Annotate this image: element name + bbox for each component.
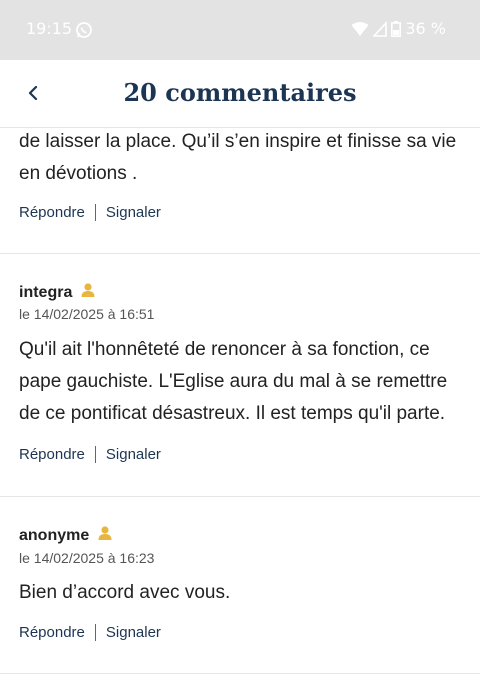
battery-icon — [391, 20, 402, 37]
status-time: 19:15 — [26, 19, 73, 38]
wifi-icon — [351, 21, 369, 37]
action-divider — [94, 204, 96, 221]
comment-text: de laisser la place. Qu’il s’en inspire … — [19, 131, 457, 184]
report-link[interactable]: Signaler — [106, 204, 161, 221]
action-divider — [94, 446, 96, 463]
author-name[interactable]: integra — [19, 284, 72, 302]
reply-link[interactable]: Répondre — [19, 204, 85, 221]
comment-text: Bien d’accord avec vous. — [19, 582, 231, 603]
comment-author: anonyme — [19, 525, 113, 546]
report-link[interactable]: Signaler — [106, 446, 161, 463]
comment-author: integra — [19, 282, 96, 303]
comment-actions: Répondre Signaler — [19, 446, 161, 463]
comment-actions: Répondre Signaler — [19, 624, 161, 641]
author-name[interactable]: anonyme — [19, 527, 89, 545]
user-icon — [97, 525, 113, 546]
comment-date: le 14/02/2025 à 16:23 — [19, 550, 155, 566]
comment-item: integra le 14/02/2025 à 16:51 Qu'il ait … — [0, 254, 480, 497]
report-link[interactable]: Signaler — [106, 624, 161, 641]
comment-text: Qu'il ait l'honnêteté de renoncer à sa f… — [19, 339, 448, 424]
comment-list: de laisser la place. Qu’il s’en inspire … — [0, 128, 480, 674]
signal-icon — [373, 20, 388, 37]
app-header: 20 commentaires — [0, 60, 480, 128]
comment-item: de laisser la place. Qu’il s’en inspire … — [0, 128, 480, 254]
battery-percent: 36 % — [405, 19, 446, 38]
status-bar: 19:15 36 % — [0, 0, 480, 60]
user-icon — [80, 282, 96, 303]
reply-link[interactable]: Répondre — [19, 624, 85, 641]
reply-link[interactable]: Répondre — [19, 446, 85, 463]
whatsapp-icon — [75, 21, 93, 39]
comment-actions: Répondre Signaler — [19, 204, 161, 221]
action-divider — [94, 624, 96, 641]
page-title: 20 commentaires — [123, 78, 357, 107]
comment-date: le 14/02/2025 à 16:51 — [19, 306, 155, 322]
comment-item: anonyme le 14/02/2025 à 16:23 Bien d’acc… — [0, 497, 480, 674]
